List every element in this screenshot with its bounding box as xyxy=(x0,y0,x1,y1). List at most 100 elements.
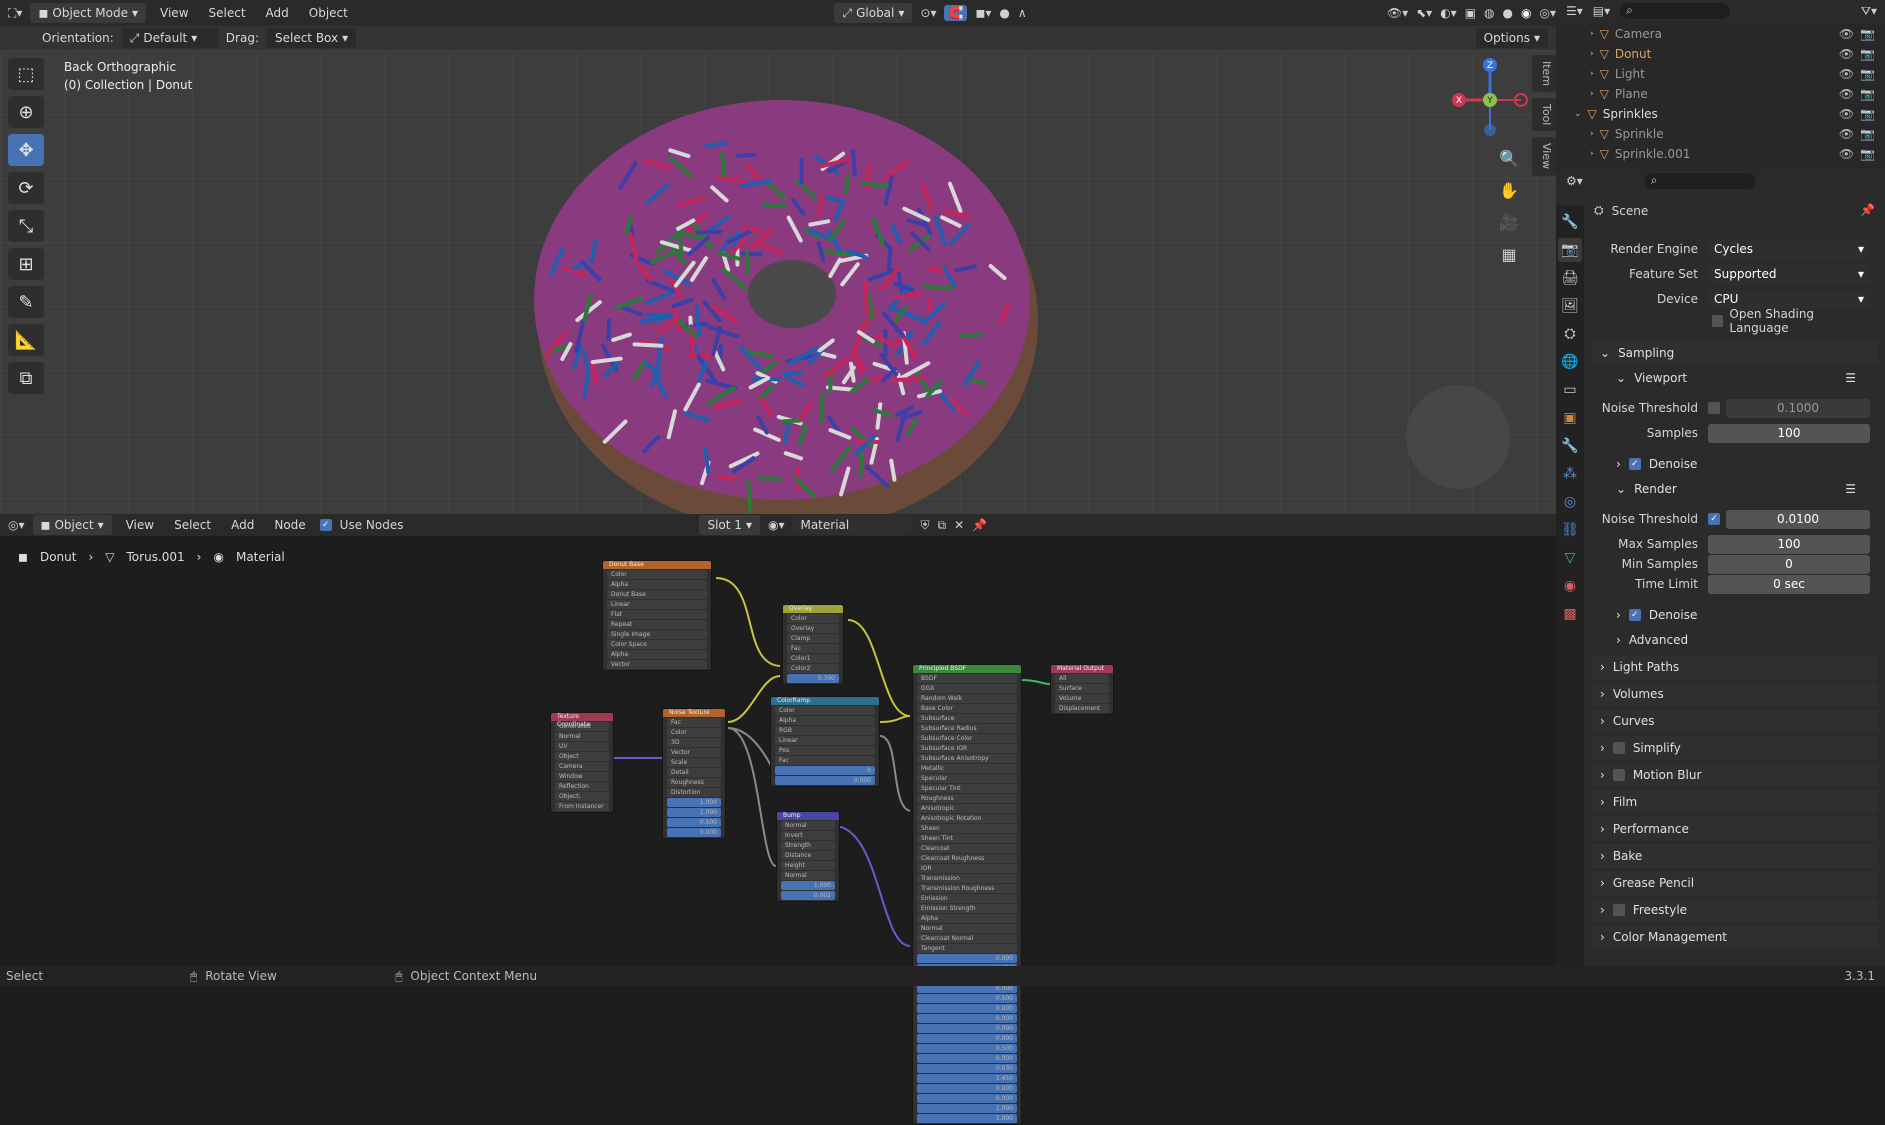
node-value[interactable]: 1.000 xyxy=(917,1104,1017,1113)
node-socket-row[interactable]: Color1 xyxy=(787,654,839,663)
section-vp-denoise[interactable]: ›✓Denoise xyxy=(1608,452,1878,476)
node-socket-row[interactable]: Sheen xyxy=(917,824,1017,833)
menu-node[interactable]: Node xyxy=(268,518,311,532)
menu-object[interactable]: Object xyxy=(303,6,354,20)
display-mode-icon[interactable]: ▤▾ xyxy=(1593,5,1610,17)
section-simplify[interactable]: ›Simplify xyxy=(1592,736,1878,760)
eye-icon[interactable]: 👁 xyxy=(1839,87,1854,101)
section-volumes[interactable]: ›Volumes xyxy=(1592,682,1878,706)
constraints-tab-icon[interactable]: ⛓ xyxy=(1558,518,1582,542)
shading-rendered-icon[interactable]: ◎▾ xyxy=(1540,7,1557,19)
r-noise-checkbox[interactable]: ✓ xyxy=(1708,513,1720,525)
node-socket-row[interactable]: Single Image xyxy=(607,630,707,639)
time-limit-field[interactable]: 0 sec xyxy=(1708,575,1870,594)
node-socket-row[interactable]: Color xyxy=(607,570,707,579)
node-socket-row[interactable]: Donut Base xyxy=(607,590,707,599)
node-socket-row[interactable]: Vector xyxy=(667,748,721,757)
editor-type-icon[interactable]: ☰▾ xyxy=(1566,5,1583,17)
editor-type-icon[interactable]: ◎▾ xyxy=(8,519,25,531)
node-socket-row[interactable]: Clearcoat xyxy=(917,844,1017,853)
shading-material-icon[interactable]: ◉ xyxy=(1521,7,1531,19)
add-cube-icon[interactable]: ⧉ xyxy=(8,362,44,394)
node-socket-row[interactable]: Transmission xyxy=(917,874,1017,883)
feature-set-dropdown[interactable]: Supported▾ xyxy=(1708,265,1870,284)
node-socket-row[interactable]: Fac xyxy=(775,756,875,765)
falloff-icon[interactable]: ∧ xyxy=(1018,7,1027,19)
vp-noise-field[interactable]: 0.1000 xyxy=(1726,399,1870,418)
use-nodes-checkbox[interactable]: ✓ xyxy=(320,519,332,531)
node-socket-row[interactable]: Color Space xyxy=(607,640,707,649)
device-dropdown[interactable]: CPU▾ xyxy=(1708,290,1870,309)
filter-icon[interactable]: ⛛▾ xyxy=(1861,5,1877,17)
node-socket-row[interactable]: Normal xyxy=(917,924,1017,933)
node-socket-row[interactable]: Alpha xyxy=(775,716,875,725)
shader-node-editor[interactable]: Donut BaseColorAlphaDonut BaseLinearFlat… xyxy=(0,536,1556,966)
node-socket-row[interactable]: Camera xyxy=(555,762,609,771)
node-socket-row[interactable]: All xyxy=(1055,674,1109,683)
pin-icon[interactable]: 📌 xyxy=(1860,203,1875,217)
list-icon[interactable]: ☰ xyxy=(1845,371,1856,385)
expand-arrow-icon[interactable]: › xyxy=(1590,69,1594,79)
node-socket-row[interactable]: Roughness xyxy=(917,794,1017,803)
node-socket-row[interactable]: 3D xyxy=(667,738,721,747)
close-icon[interactable]: ✕ xyxy=(954,519,964,531)
mode-dropdown[interactable]: ◼Object Mode▾ xyxy=(30,3,146,23)
node-value[interactable]: 0.000 xyxy=(917,1084,1017,1093)
node-socket-row[interactable]: Color xyxy=(667,728,721,737)
camera-icon[interactable]: 📷 xyxy=(1860,47,1875,61)
node-socket-row[interactable]: Metallic xyxy=(917,764,1017,773)
tool-tab-icon[interactable]: 🔧 xyxy=(1558,210,1582,234)
view-layer-tab-icon[interactable]: 🖼 xyxy=(1558,294,1582,318)
node-value[interactable]: 1.000 xyxy=(667,808,721,817)
node-value[interactable]: 1.450 xyxy=(917,1074,1017,1083)
node-socket-row[interactable]: Vector xyxy=(607,660,707,669)
node-socket-row[interactable]: Color xyxy=(787,614,839,623)
node-socket-row[interactable]: Overlay xyxy=(787,624,839,633)
eye-icon[interactable]: 👁 xyxy=(1839,147,1854,161)
proportional-edit-icon[interactable]: ● xyxy=(999,7,1009,19)
shader-node[interactable]: Texture CoordinateGeneratedNormalUVObjec… xyxy=(550,712,614,813)
node-value[interactable]: 0.000 xyxy=(917,1054,1017,1063)
snap-target-icon[interactable]: ◼▾ xyxy=(975,7,991,19)
measure-icon[interactable]: 📐 xyxy=(8,324,44,356)
node-socket-row[interactable]: Repeat xyxy=(607,620,707,629)
node-socket-row[interactable]: Emission Strength xyxy=(917,904,1017,913)
section-curves[interactable]: ›Curves xyxy=(1592,709,1878,733)
annotate-icon[interactable]: ✎ xyxy=(8,286,44,318)
node-socket-row[interactable]: Subsurface Radius xyxy=(917,724,1017,733)
node-socket-row[interactable]: Tangent xyxy=(917,944,1017,953)
node-value[interactable]: 0.500 xyxy=(917,994,1017,1003)
node-socket-row[interactable]: Base Color xyxy=(917,704,1017,713)
node-socket-row[interactable]: Roughness xyxy=(667,778,721,787)
rotate-icon[interactable]: ⟳ xyxy=(8,172,44,204)
material-tab-icon[interactable]: ◉ xyxy=(1558,574,1582,598)
pivot-icon[interactable]: ⊙▾ xyxy=(920,7,936,19)
pan-hand-icon[interactable]: ✋ xyxy=(1494,177,1524,203)
node-value[interactable]: 0.700 xyxy=(787,674,839,683)
output-tab-icon[interactable]: 🖨 xyxy=(1558,266,1582,290)
section-grease-pencil[interactable]: ›Grease Pencil xyxy=(1592,871,1878,895)
node-socket-row[interactable]: GGX xyxy=(917,684,1017,693)
menu-add[interactable]: Add xyxy=(260,6,295,20)
node-socket-row[interactable]: Linear xyxy=(775,736,875,745)
section-r-denoise[interactable]: ›✓Denoise xyxy=(1608,603,1878,627)
section-render[interactable]: ⌄Render☰ xyxy=(1608,477,1878,501)
options-dropdown[interactable]: Options▾ xyxy=(1476,28,1548,48)
collection-tab-icon[interactable]: ▭ xyxy=(1558,378,1582,402)
material-name-field[interactable]: Material xyxy=(792,515,912,535)
modifier-tab-icon[interactable]: 🔧 xyxy=(1558,434,1582,458)
menu-select[interactable]: Select xyxy=(168,518,217,532)
min-samples-field[interactable]: 0 xyxy=(1708,555,1870,574)
editor-type-icon[interactable]: ⛶▾ xyxy=(8,7,22,19)
expand-arrow-icon[interactable]: › xyxy=(1590,129,1594,139)
section-light-paths[interactable]: ›Light Paths xyxy=(1592,655,1878,679)
camera-icon[interactable]: 📷 xyxy=(1860,107,1875,121)
node-socket-row[interactable]: Clamp xyxy=(787,634,839,643)
node-value[interactable]: 0.002 xyxy=(781,891,835,900)
outliner-item[interactable]: ⌄▽Sprinkles👁📷 xyxy=(1556,104,1885,124)
node-socket-row[interactable]: Distortion xyxy=(667,788,721,797)
drag-dropdown[interactable]: Select Box▾ xyxy=(267,28,356,48)
node-socket-row[interactable]: Detail xyxy=(667,768,721,777)
vp-samples-field[interactable]: 100 xyxy=(1708,424,1870,443)
scene-tab-icon[interactable]: ⛭ xyxy=(1558,322,1582,346)
